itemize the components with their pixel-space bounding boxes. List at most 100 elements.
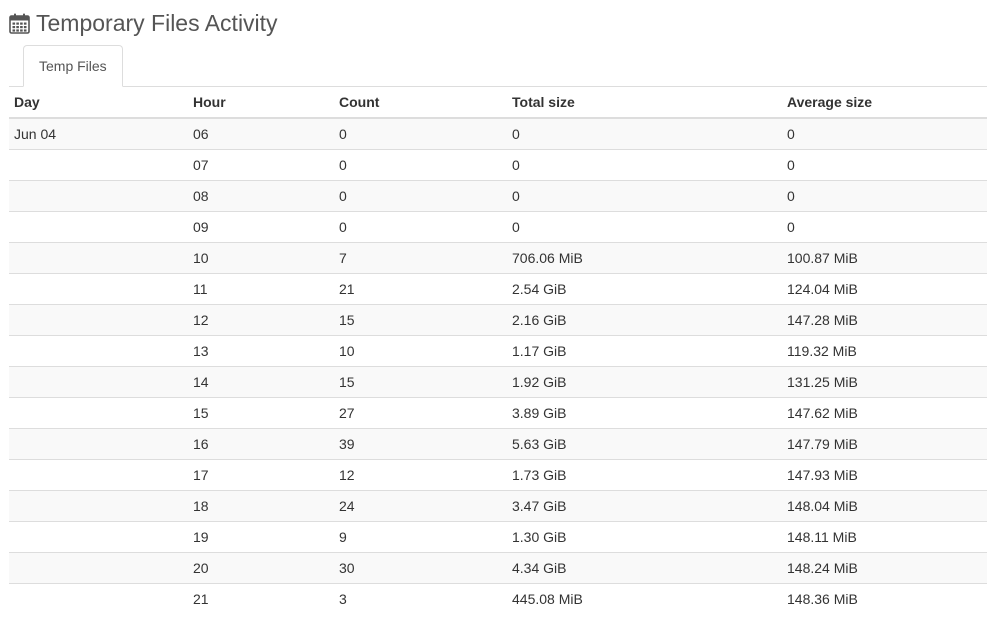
table-row: 08 0 0 0: [9, 179, 987, 211]
cell-hour: 08: [188, 179, 334, 211]
cell-hour: 18: [188, 489, 334, 521]
tab-bar: Temp Files: [9, 45, 987, 87]
cell-hour: 14: [188, 365, 334, 397]
cell-hour: 17: [188, 458, 334, 490]
cell-total-size: 445.08 MiB: [507, 582, 782, 614]
cell-average-size: 100.87 MiB: [782, 241, 987, 273]
cell-count: 27: [334, 396, 507, 428]
cell-count: 0: [334, 118, 507, 149]
cell-count: 15: [334, 365, 507, 397]
table-row: 18 24 3.47 GiB 148.04 MiB: [9, 489, 987, 521]
cell-count: 24: [334, 489, 507, 521]
cell-average-size: 0: [782, 210, 987, 242]
cell-day: [9, 179, 188, 211]
cell-total-size: 2.54 GiB: [507, 272, 782, 304]
cell-day: [9, 303, 188, 335]
cell-day: [9, 241, 188, 273]
cell-day: [9, 334, 188, 366]
cell-count: 30: [334, 551, 507, 583]
cell-average-size: 148.04 MiB: [782, 489, 987, 521]
cell-hour: 16: [188, 427, 334, 459]
table-row: 21 3 445.08 MiB 148.36 MiB: [9, 582, 987, 614]
cell-count: 9: [334, 520, 507, 552]
cell-count: 0: [334, 210, 507, 242]
cell-total-size: 1.92 GiB: [507, 365, 782, 397]
cell-day: [9, 427, 188, 459]
cell-average-size: 131.25 MiB: [782, 365, 987, 397]
cell-count: 0: [334, 179, 507, 211]
cell-average-size: 124.04 MiB: [782, 272, 987, 304]
table-row: 17 12 1.73 GiB 147.93 MiB: [9, 458, 987, 490]
cell-hour: 19: [188, 520, 334, 552]
cell-count: 12: [334, 458, 507, 490]
calendar-icon: [9, 13, 30, 34]
cell-day: [9, 458, 188, 490]
table-header-row: Day Hour Count Total size Average size: [9, 87, 987, 119]
table-row: 15 27 3.89 GiB 147.62 MiB: [9, 396, 987, 428]
cell-average-size: 119.32 MiB: [782, 334, 987, 366]
cell-total-size: 3.89 GiB: [507, 396, 782, 428]
cell-average-size: 148.36 MiB: [782, 582, 987, 614]
cell-total-size: 0: [507, 118, 782, 149]
table-row: 12 15 2.16 GiB 147.28 MiB: [9, 303, 987, 335]
cell-total-size: 0: [507, 148, 782, 180]
cell-total-size: 5.63 GiB: [507, 427, 782, 459]
cell-total-size: 3.47 GiB: [507, 489, 782, 521]
cell-count: 3: [334, 582, 507, 614]
table-row: 07 0 0 0: [9, 148, 987, 180]
cell-count: 0: [334, 148, 507, 180]
cell-day: [9, 365, 188, 397]
cell-average-size: 147.62 MiB: [782, 396, 987, 428]
cell-total-size: 0: [507, 210, 782, 242]
cell-day: [9, 396, 188, 428]
cell-count: 10: [334, 334, 507, 366]
cell-hour: 13: [188, 334, 334, 366]
column-header-hour[interactable]: Hour: [188, 87, 334, 119]
cell-hour: 20: [188, 551, 334, 583]
cell-day: [9, 148, 188, 180]
table-row: 09 0 0 0: [9, 210, 987, 242]
cell-day: [9, 520, 188, 552]
cell-total-size: 1.30 GiB: [507, 520, 782, 552]
column-header-average-size[interactable]: Average size: [782, 87, 987, 119]
cell-average-size: 148.24 MiB: [782, 551, 987, 583]
cell-average-size: 147.79 MiB: [782, 427, 987, 459]
cell-hour: 12: [188, 303, 334, 335]
page: Temporary Files Activity Temp Files Day …: [0, 0, 987, 627]
cell-count: 15: [334, 303, 507, 335]
cell-hour: 06: [188, 118, 334, 149]
tab-temp-files[interactable]: Temp Files: [23, 45, 123, 87]
cell-day: [9, 272, 188, 304]
cell-day: [9, 210, 188, 242]
cell-total-size: 0: [507, 179, 782, 211]
cell-hour: 21: [188, 582, 334, 614]
cell-average-size: 0: [782, 148, 987, 180]
cell-hour: 10: [188, 241, 334, 273]
cell-average-size: 0: [782, 118, 987, 149]
cell-day: [9, 582, 188, 614]
cell-average-size: 148.11 MiB: [782, 520, 987, 552]
cell-count: 39: [334, 427, 507, 459]
cell-average-size: 147.93 MiB: [782, 458, 987, 490]
cell-day: [9, 489, 188, 521]
cell-hour: 15: [188, 396, 334, 428]
column-header-day[interactable]: Day: [9, 87, 188, 119]
cell-day: Jun 04: [9, 118, 188, 149]
cell-total-size: 1.17 GiB: [507, 334, 782, 366]
cell-total-size: 1.73 GiB: [507, 458, 782, 490]
table-row: Jun 04 06 0 0 0: [9, 118, 987, 149]
cell-day: [9, 551, 188, 583]
cell-hour: 09: [188, 210, 334, 242]
table-row: 14 15 1.92 GiB 131.25 MiB: [9, 365, 987, 397]
column-header-total-size[interactable]: Total size: [507, 87, 782, 119]
cell-average-size: 147.28 MiB: [782, 303, 987, 335]
table-row: 10 7 706.06 MiB 100.87 MiB: [9, 241, 987, 273]
cell-hour: 07: [188, 148, 334, 180]
table-row: 20 30 4.34 GiB 148.24 MiB: [9, 551, 987, 583]
temp-files-table: Day Hour Count Total size Average size J…: [9, 87, 987, 614]
column-header-count[interactable]: Count: [334, 87, 507, 119]
cell-total-size: 2.16 GiB: [507, 303, 782, 335]
cell-count: 21: [334, 272, 507, 304]
table-body: Jun 04 06 0 0 0 07 0 0 0 08 0 0 0 09 0 0 0 10 7 706.06 …: [9, 118, 987, 614]
cell-hour: 11: [188, 272, 334, 304]
